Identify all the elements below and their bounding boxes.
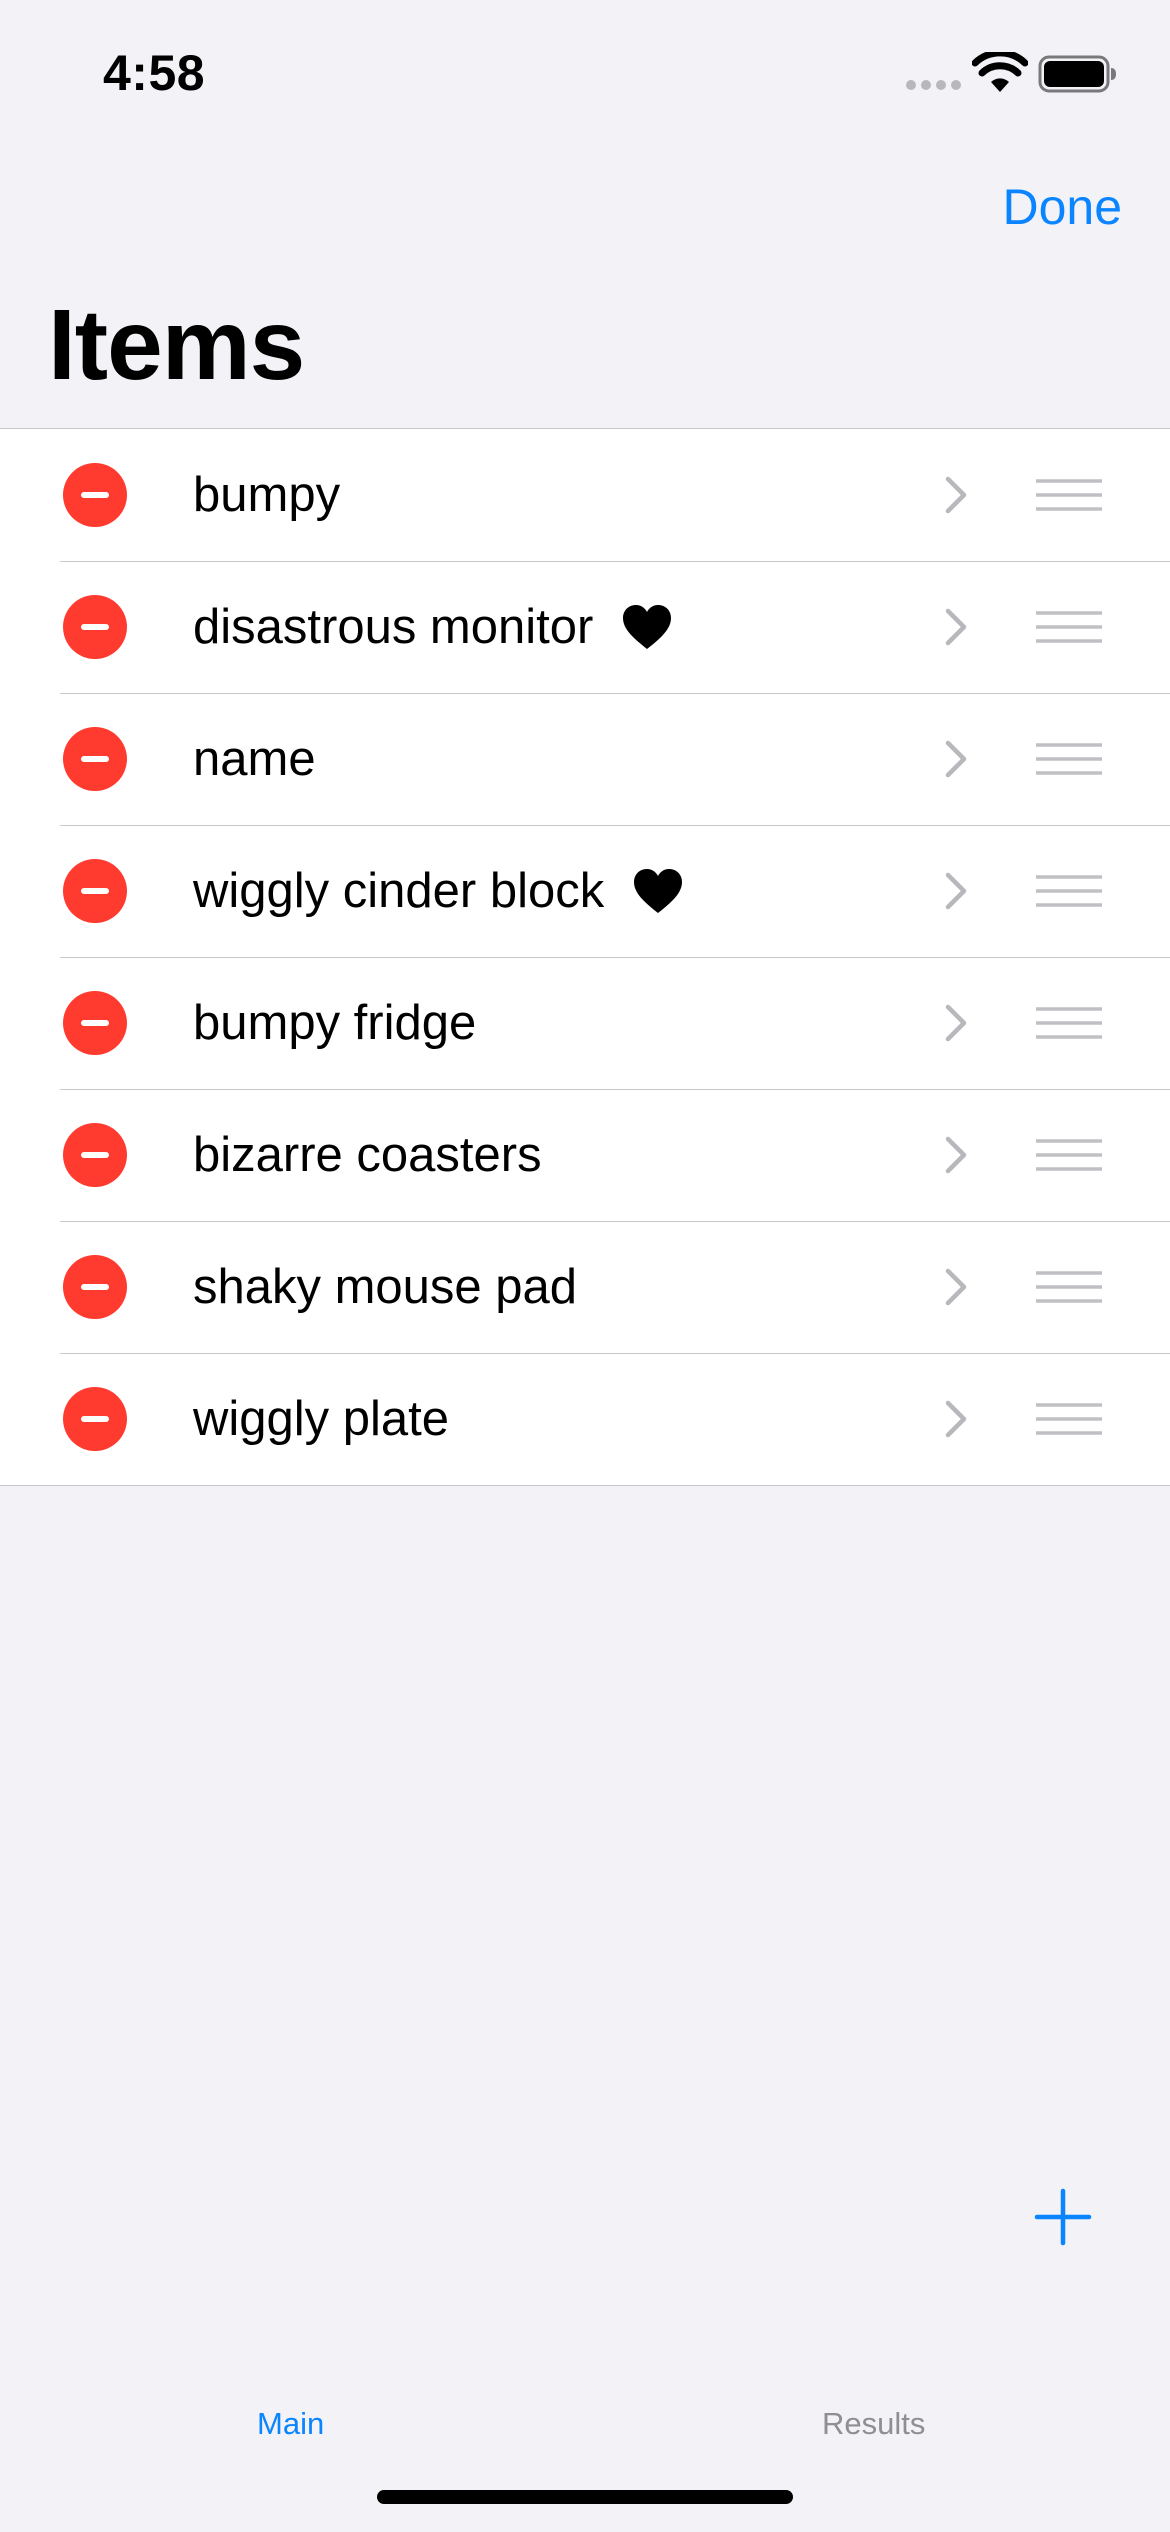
list-item[interactable]: bumpy	[0, 429, 1170, 561]
chevron-right-icon	[945, 740, 967, 778]
tab-bar: Main Results	[0, 2360, 1170, 2532]
reorder-handle-icon[interactable]	[1036, 1003, 1102, 1043]
item-label: disastrous monitor	[193, 600, 594, 654]
heart-icon	[623, 605, 672, 649]
add-button[interactable]	[1034, 2188, 1092, 2246]
item-label-group: bumpy fridge	[193, 957, 476, 1089]
chevron-right-icon	[945, 476, 967, 514]
delete-button[interactable]	[63, 991, 127, 1055]
chevron-right-icon	[945, 872, 967, 910]
list-item[interactable]: shaky mouse pad	[0, 1221, 1170, 1353]
item-label: bumpy	[193, 468, 341, 522]
item-label: bizarre coasters	[193, 1128, 542, 1182]
list-item[interactable]: bumpy fridge	[0, 957, 1170, 1089]
item-label-group: wiggly cinder block	[193, 825, 684, 957]
item-label: name	[193, 732, 316, 786]
item-label-group: shaky mouse pad	[193, 1221, 577, 1353]
status-time: 4:58	[103, 45, 206, 101]
chevron-right-icon	[945, 1268, 967, 1306]
reorder-handle-icon[interactable]	[1036, 607, 1102, 647]
delete-button[interactable]	[63, 1387, 127, 1451]
item-label: bumpy fridge	[193, 996, 477, 1050]
item-label-group: disastrous monitor	[193, 561, 673, 693]
reorder-handle-icon[interactable]	[1036, 1267, 1102, 1307]
cellular-signal-icon	[906, 80, 961, 90]
delete-button[interactable]	[63, 1255, 127, 1319]
chevron-right-icon	[945, 1400, 967, 1438]
reorder-handle-icon[interactable]	[1036, 871, 1102, 911]
tab-results[interactable]: Results	[822, 2406, 925, 2442]
delete-button[interactable]	[63, 859, 127, 923]
heart-icon	[634, 869, 683, 913]
chevron-right-icon	[945, 608, 967, 646]
reorder-handle-icon[interactable]	[1036, 475, 1102, 515]
list-item[interactable]: wiggly plate	[0, 1353, 1170, 1485]
list-item[interactable]: name	[0, 693, 1170, 825]
item-label-group: bumpy	[193, 429, 340, 561]
status-bar: 4:58	[0, 0, 1170, 150]
battery-icon	[1038, 55, 1116, 93]
reorder-handle-icon[interactable]	[1036, 739, 1102, 779]
tab-main[interactable]: Main	[257, 2406, 324, 2442]
list-item[interactable]: bizarre coasters	[0, 1089, 1170, 1221]
home-indicator[interactable]	[377, 2490, 793, 2504]
list-item[interactable]: wiggly cinder block	[0, 825, 1170, 957]
chevron-right-icon	[945, 1004, 967, 1042]
item-label: wiggly plate	[193, 1392, 450, 1446]
chevron-right-icon	[945, 1136, 967, 1174]
plus-icon	[1034, 2188, 1092, 2246]
delete-button[interactable]	[63, 595, 127, 659]
delete-button[interactable]	[63, 1123, 127, 1187]
reorder-handle-icon[interactable]	[1036, 1399, 1102, 1439]
page-title: Items	[48, 289, 305, 401]
wifi-icon	[972, 52, 1028, 92]
item-label-group: name	[193, 693, 316, 825]
delete-button[interactable]	[63, 463, 127, 527]
item-label: shaky mouse pad	[193, 1260, 578, 1314]
items-list: bumpy disastrous monitor name wiggly cin…	[0, 428, 1170, 1486]
item-label-group: wiggly plate	[193, 1353, 449, 1485]
item-label: wiggly cinder block	[193, 864, 605, 918]
delete-button[interactable]	[63, 727, 127, 791]
done-button[interactable]: Done	[1002, 178, 1122, 236]
reorder-handle-icon[interactable]	[1036, 1135, 1102, 1175]
list-item[interactable]: disastrous monitor	[0, 561, 1170, 693]
item-label-group: bizarre coasters	[193, 1089, 542, 1221]
